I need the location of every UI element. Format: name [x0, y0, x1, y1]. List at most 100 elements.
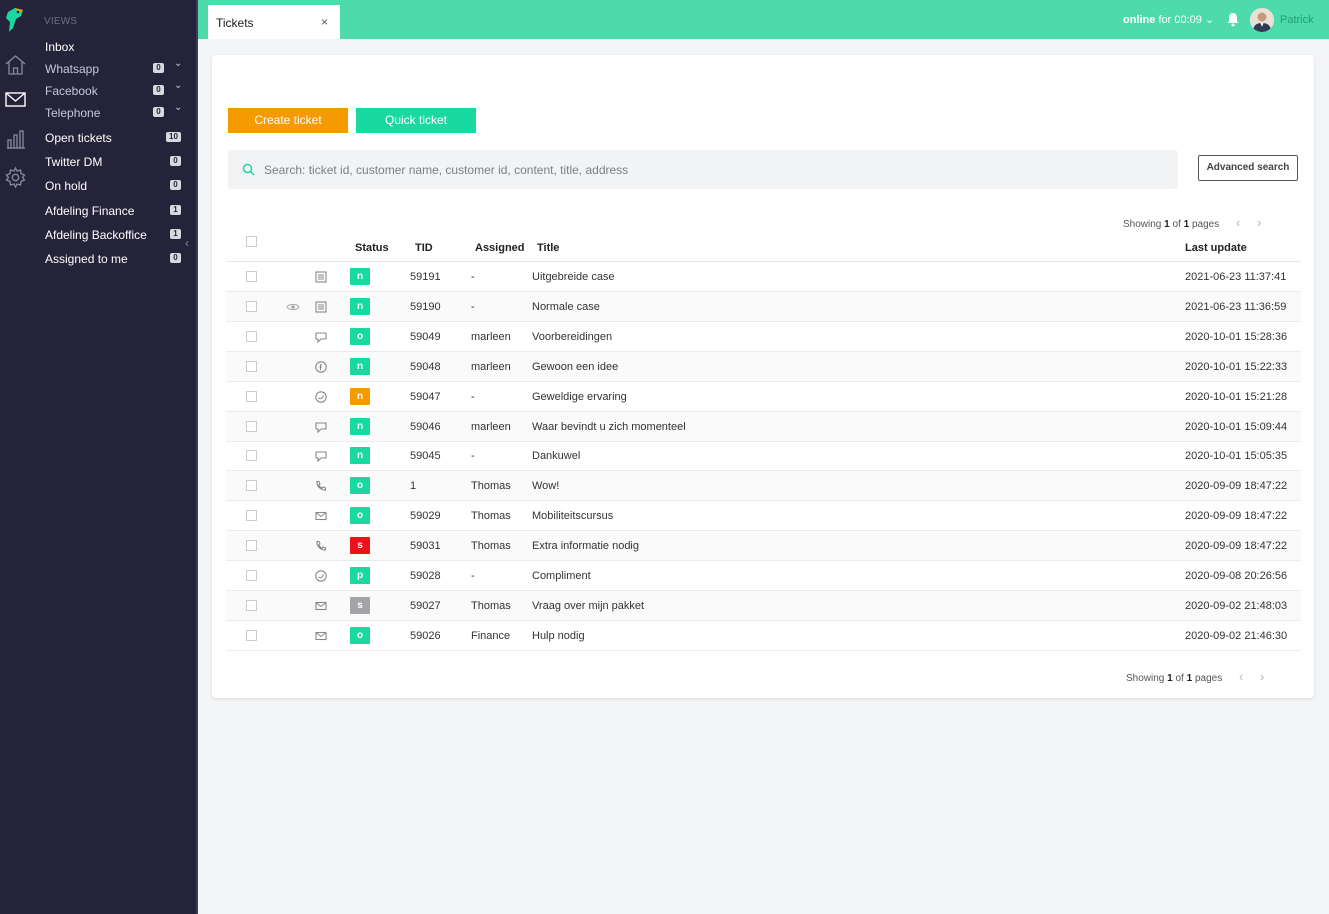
search-input[interactable]	[264, 160, 1154, 180]
phone-icon	[316, 541, 327, 551]
advanced-search-button[interactable]: Advanced search	[1198, 155, 1298, 181]
row-checkbox[interactable]	[246, 480, 257, 492]
ticket-title[interactable]: Dankuwel	[532, 450, 580, 462]
tab-tickets[interactable]: Tickets ×	[208, 5, 340, 39]
user-name[interactable]: Patrick	[1280, 14, 1314, 26]
row-checkbox[interactable]	[246, 570, 257, 581]
header-title[interactable]: Title	[537, 242, 559, 254]
row-checkbox[interactable]	[246, 450, 257, 462]
sidebar-divider	[196, 0, 198, 914]
row-checkbox[interactable]	[246, 360, 257, 372]
quick-ticket-button[interactable]: Quick ticket	[356, 108, 476, 133]
chevron-left-icon[interactable]: ‹	[1239, 669, 1243, 684]
ticket-id: 59049	[410, 330, 441, 343]
chevron-down-icon[interactable]: ⌄	[174, 80, 182, 91]
ticket-title[interactable]: Uitgebreide case	[532, 271, 615, 283]
row-checkbox[interactable]	[246, 420, 257, 432]
count-badge: 0	[170, 180, 181, 190]
ticket-title[interactable]: Waar bevindt u zich momenteel	[532, 421, 686, 433]
pagination-pages: pages	[1191, 219, 1220, 230]
row-checkbox[interactable]	[246, 540, 257, 552]
table-row[interactable]: o 1 Thomas Wow! 2020-09-09 18:47:22	[226, 471, 1301, 502]
ticket-title[interactable]: Normale case	[532, 301, 600, 313]
sidebar-item-afdeling-finance[interactable]: Afdeling Finance 1	[45, 202, 185, 222]
header-last-update[interactable]: Last update	[1185, 242, 1247, 254]
row-checkbox[interactable]	[246, 599, 257, 611]
table-row[interactable]: s 59031 Thomas Extra informatie nodig 2020-0…	[226, 531, 1301, 562]
table-row[interactable]: n 59046 marleen Waar bevindt u zich momente…	[226, 411, 1301, 442]
search-bar	[228, 150, 1178, 189]
row-checkbox[interactable]	[246, 300, 257, 312]
row-checkbox[interactable]	[246, 390, 257, 402]
ticket-id: 59026	[410, 629, 441, 642]
parrot-logo-icon[interactable]	[3, 6, 29, 34]
collapse-sidebar-icon[interactable]: ‹	[185, 236, 189, 250]
table-row[interactable]: n 59047 - Geweldige ervaring 2020-10-01 15:2…	[226, 382, 1301, 412]
ticket-id: 59190	[410, 300, 441, 313]
ticket-title[interactable]: Compliment	[532, 570, 591, 582]
ticket-title[interactable]: Hulp nodig	[532, 630, 585, 642]
sidebar-item-facebook[interactable]: Facebook 0 ⌄	[45, 80, 185, 102]
header-status[interactable]: Status	[355, 242, 389, 254]
table-row[interactable]: o 59049 marleen Voorbereidingen 2020-10-01 1…	[226, 322, 1301, 352]
chevron-right-icon[interactable]: ›	[1257, 215, 1261, 230]
sidebar-item-label: Facebook	[45, 84, 98, 98]
ticket-title[interactable]: Vraag over mijn pakket	[532, 600, 644, 612]
table-row[interactable]: s 59027 Thomas Vraag over mijn pakket 2020-0…	[226, 590, 1301, 621]
chevron-down-icon[interactable]: ⌄	[174, 102, 182, 113]
header-tid[interactable]: TID	[415, 242, 433, 254]
ticket-title[interactable]: Extra informatie nodig	[532, 540, 639, 552]
table-row[interactable]: n 59045 - Dankuwel 2020-10-01 15:05:35	[226, 441, 1301, 472]
table-row[interactable]: o 59029 Thomas Mobiliteitscursus 2020-09-09 …	[226, 501, 1301, 532]
select-all-checkbox[interactable]	[246, 236, 257, 247]
settings-gear-icon[interactable]	[4, 166, 27, 189]
chevron-left-icon[interactable]: ‹	[1236, 215, 1240, 230]
home-icon[interactable]	[4, 53, 27, 76]
create-ticket-button[interactable]: Create ticket	[228, 108, 348, 133]
online-status-dropdown[interactable]: online for 00:09 ⌄	[1123, 13, 1214, 26]
ticket-id: 59046	[410, 420, 441, 433]
ticket-title[interactable]: Wow!	[532, 480, 559, 492]
ticket-title[interactable]: Gewoon een idee	[532, 361, 618, 373]
chat-icon	[315, 332, 327, 344]
online-status-label: online	[1123, 14, 1156, 26]
ticket-title[interactable]: Mobiliteitscursus	[532, 510, 613, 522]
table-row[interactable]: n 59190 - Normale case 2021-06-23 11:36:59	[226, 291, 1301, 322]
ticket-assigned: Thomas	[471, 540, 511, 553]
ticket-title[interactable]: Geweldige ervaring	[532, 391, 627, 403]
chevron-right-icon[interactable]: ›	[1260, 669, 1264, 684]
row-checkbox[interactable]	[246, 510, 257, 522]
ticket-title[interactable]: Voorbereidingen	[532, 331, 612, 343]
sidebar-item-afdeling-backoffice[interactable]: Afdeling Backoffice 1	[45, 226, 185, 246]
mail-icon[interactable]	[4, 88, 27, 111]
table-row[interactable]: n 59191 - Uitgebreide case 2021-06-23 11:37:…	[226, 262, 1301, 292]
row-checkbox[interactable]	[246, 330, 257, 342]
sidebar-item-on-hold[interactable]: On hold 0	[45, 177, 185, 197]
pagination-of: of	[1172, 219, 1181, 230]
table-row[interactable]: o 59026 Finance Hulp nodig 2020-09-02 21:46:…	[226, 621, 1301, 651]
close-icon[interactable]: ×	[321, 15, 328, 29]
phone-icon	[316, 481, 327, 491]
reports-chart-icon[interactable]	[4, 128, 27, 151]
ticket-assigned: Thomas	[471, 480, 511, 493]
header-assigned[interactable]: Assigned	[475, 242, 525, 254]
ticket-assigned: Thomas	[471, 510, 511, 523]
sidebar-item-open-tickets[interactable]: Open tickets 10	[45, 129, 185, 149]
sidebar-item-twitter-dm[interactable]: Twitter DM 0	[45, 153, 185, 173]
sidebar-item-assigned-to-me[interactable]: Assigned to me 0	[45, 250, 185, 270]
table-row[interactable]: p 59028 - Compliment 2020-09-08 20:26:56	[226, 561, 1301, 591]
table-row[interactable]: n 59048 marleen Gewoon een idee 2020-10-01 1…	[226, 351, 1301, 382]
chevron-down-icon[interactable]: ⌄	[174, 58, 182, 69]
sidebar-item-whatsapp[interactable]: Whatsapp 0 ⌄	[45, 58, 185, 80]
ticket-id: 59191	[410, 271, 441, 283]
sidebar-item-telephone[interactable]: Telephone 0 ⌄	[45, 102, 185, 124]
ticket-last-update: 2021-06-23 11:36:59	[1185, 300, 1287, 313]
mail-icon	[315, 601, 327, 610]
bell-icon[interactable]	[1226, 12, 1240, 27]
sidebar-item-inbox[interactable]: Inbox	[45, 38, 185, 58]
row-checkbox[interactable]	[246, 629, 257, 641]
chat-icon	[315, 421, 327, 433]
avatar[interactable]	[1250, 8, 1274, 32]
ticket-assigned: -	[471, 300, 475, 313]
row-checkbox[interactable]	[246, 271, 257, 282]
